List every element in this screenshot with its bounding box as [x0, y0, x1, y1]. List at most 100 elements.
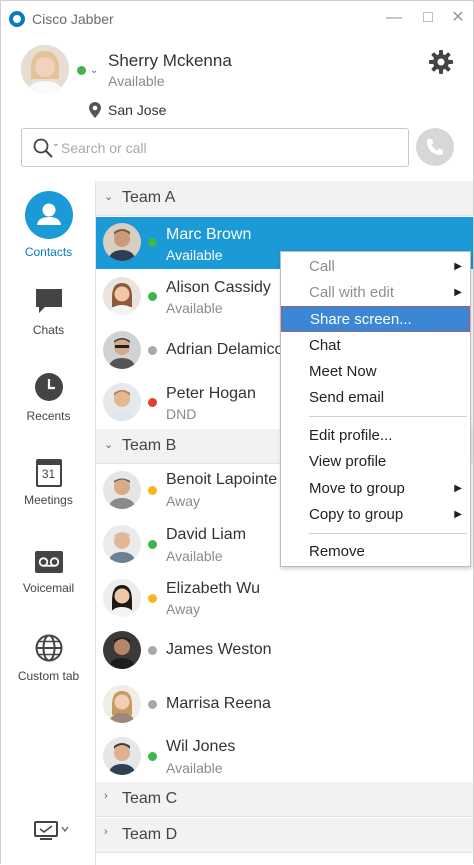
- menu-item-label: Copy to group: [309, 506, 404, 523]
- nav-label-meetings: Meetings: [24, 493, 73, 507]
- contacts-icon: [24, 191, 73, 239]
- submenu-arrow-icon: ▶: [454, 287, 462, 298]
- nav-custom-tab[interactable]: Custom tab: [1, 633, 96, 683]
- contact-avatar: [103, 471, 141, 509]
- contact-avatar: [103, 631, 141, 669]
- chevron-down-icon: ⌄: [104, 191, 114, 203]
- contact-context-menu: Call ▶ Call with edit ▶ Share screen... …: [280, 251, 471, 567]
- user-status[interactable]: Available: [108, 73, 165, 89]
- jabber-window: Cisco Jabber — □ ✕ ⌄ Sherry Mckenna Avai…: [0, 0, 474, 865]
- contact-status: Away: [166, 601, 200, 617]
- nav-label-voicemail: Voicemail: [22, 581, 75, 595]
- nav-label-contacts: Contacts: [24, 245, 73, 259]
- nav-recents[interactable]: Recents: [1, 371, 96, 423]
- menu-separator: [309, 533, 467, 534]
- menu-item-label: Remove: [309, 543, 365, 560]
- contact-name: David Liam: [166, 526, 247, 543]
- search-input[interactable]: ⌄ Search or call: [21, 128, 409, 167]
- menu-item-edit-profile[interactable]: Edit profile...: [281, 423, 470, 449]
- nav-contacts[interactable]: Contacts: [1, 191, 96, 259]
- title-bar: Cisco Jabber — □ ✕: [1, 1, 473, 37]
- contact-avatar: [103, 383, 141, 421]
- menu-item-call-with-edit[interactable]: Call with edit ▶: [281, 280, 470, 306]
- contact-avatar: [103, 579, 141, 617]
- user-location: San Jose: [108, 102, 167, 118]
- submenu-arrow-icon: ▶: [454, 261, 462, 272]
- menu-item-share-screen[interactable]: Share screen...: [281, 306, 470, 332]
- contact-row[interactable]: James Weston: [96, 625, 473, 677]
- chevron-down-icon: ⌄: [104, 439, 114, 451]
- menu-item-meet-now[interactable]: Meet Now: [281, 359, 470, 385]
- menu-separator: [309, 416, 467, 417]
- meetings-icon-badge: 31: [41, 467, 56, 481]
- presence-dot: [148, 752, 157, 761]
- nav-meetings[interactable]: 31 Meetings: [1, 459, 96, 507]
- presence-dot: [148, 486, 157, 495]
- user-presence-dot: [77, 66, 86, 75]
- status-chevron-down-icon[interactable]: ⌄: [90, 65, 98, 76]
- contact-name: Benoit Lapointe: [166, 471, 278, 488]
- location-pin-icon: [89, 102, 101, 118]
- contact-status: Available: [166, 548, 223, 564]
- presence-dot: [148, 646, 157, 655]
- contact-status: Away: [166, 493, 200, 509]
- contact-name: Adrian Delamico: [166, 341, 284, 358]
- contact-status: Available: [166, 247, 223, 263]
- menu-item-copy-to-group[interactable]: Copy to group ▶: [281, 502, 470, 528]
- contact-name: James Weston: [166, 641, 272, 658]
- menu-item-chat[interactable]: Chat: [281, 333, 470, 359]
- contact-status: Available: [166, 300, 223, 316]
- jabber-logo-icon: [9, 11, 25, 27]
- group-header-team-a[interactable]: ⌄ Team A: [96, 181, 473, 216]
- search-chevron-down-icon[interactable]: ⌄: [52, 138, 60, 149]
- menu-item-label: Edit profile...: [309, 427, 393, 444]
- nav-chats[interactable]: Chats: [1, 285, 96, 337]
- search-icon: [33, 138, 53, 158]
- contact-row[interactable]: Wil Jones Available: [96, 731, 473, 783]
- group-header-team-d[interactable]: › Team D: [96, 818, 473, 853]
- chevron-right-icon: ›: [104, 826, 108, 838]
- menu-item-remove[interactable]: Remove: [281, 539, 470, 565]
- menu-item-label: Chat: [309, 337, 341, 354]
- contact-name: Elizabeth Wu: [166, 580, 260, 597]
- nav-label-recents: Recents: [26, 409, 71, 423]
- minimize-icon[interactable]: —: [385, 9, 403, 27]
- menu-item-label: Send email: [309, 389, 385, 406]
- group-name: Team C: [122, 790, 178, 807]
- search-placeholder: Search or call: [61, 140, 147, 156]
- presence-dot: [148, 346, 157, 355]
- presence-dot: [148, 540, 157, 549]
- phone-icon: [427, 139, 443, 155]
- contact-name: Marrisa Reena: [166, 695, 271, 712]
- contact-avatar: [103, 737, 141, 775]
- maximize-icon[interactable]: □: [419, 9, 437, 27]
- nav-voicemail[interactable]: Voicemail: [1, 549, 96, 595]
- left-nav: Contacts Chats Recents 31 Meetings Voice…: [1, 181, 96, 865]
- screen-share-device-icon[interactable]: [34, 821, 74, 841]
- menu-item-view-profile[interactable]: View profile: [281, 449, 470, 475]
- menu-item-move-to-group[interactable]: Move to group ▶: [281, 476, 470, 502]
- nav-label-custom-tab: Custom tab: [17, 669, 80, 683]
- submenu-arrow-icon: ▶: [454, 483, 462, 494]
- menu-item-send-email[interactable]: Send email: [281, 385, 470, 411]
- chats-icon: [35, 289, 62, 313]
- contact-row[interactable]: Marrisa Reena: [96, 679, 473, 731]
- meetings-icon: 31: [35, 459, 62, 487]
- user-avatar[interactable]: [21, 45, 69, 93]
- settings-gear-icon[interactable]: [428, 49, 454, 75]
- presence-dot: [148, 398, 157, 407]
- contact-avatar: [103, 525, 141, 563]
- presence-dot: [148, 292, 157, 301]
- group-name: Team D: [122, 826, 178, 843]
- contact-avatar: [103, 277, 141, 315]
- group-header-team-c[interactable]: › Team C: [96, 782, 473, 817]
- contact-row[interactable]: Elizabeth Wu Away: [96, 573, 473, 625]
- contact-status: Available: [166, 760, 223, 776]
- contact-name: Marc Brown: [166, 226, 252, 243]
- contact-avatar: [103, 223, 141, 261]
- recents-icon: [34, 373, 63, 401]
- call-button[interactable]: [416, 128, 454, 166]
- close-icon[interactable]: ✕: [449, 9, 467, 27]
- menu-item-label: Move to group: [309, 480, 405, 497]
- menu-item-call[interactable]: Call ▶: [281, 254, 470, 280]
